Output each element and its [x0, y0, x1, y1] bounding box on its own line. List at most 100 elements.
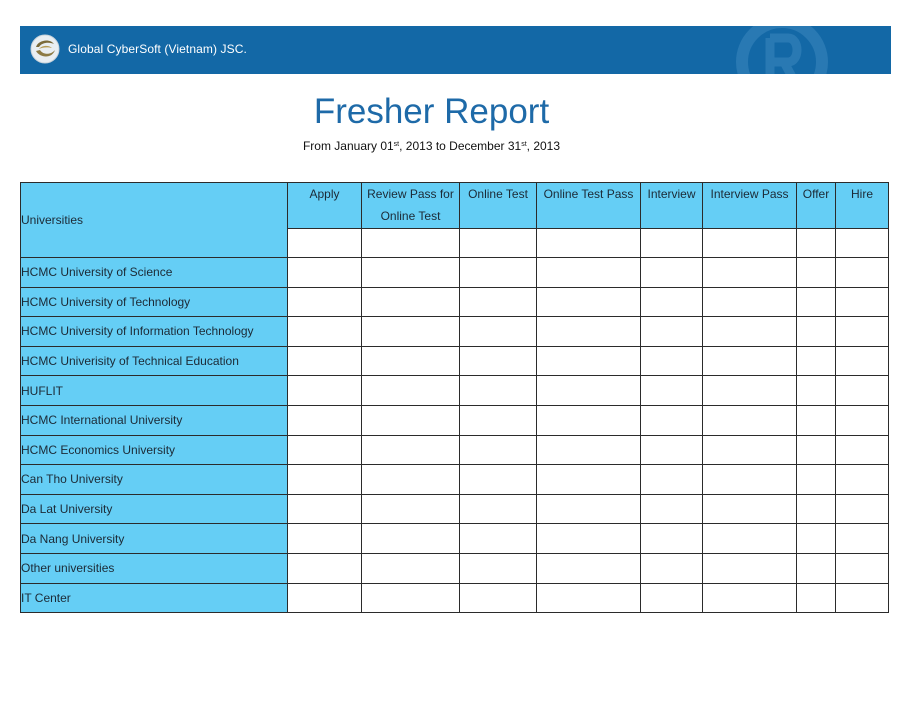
blank-cell [702, 228, 797, 258]
universities-column-header: Universities [20, 182, 288, 258]
data-cell [536, 316, 641, 347]
column-header-hire: Hire [835, 182, 889, 229]
data-cell [536, 582, 641, 614]
data-cell [640, 375, 703, 406]
table-row: HCMC Economics University [20, 434, 889, 466]
table-row: Can Tho University [20, 464, 889, 495]
header-bar: Global CyberSoft (Vietnam) JSC. [20, 26, 891, 74]
data-cell [640, 552, 703, 584]
university-name: HUFLIT [20, 375, 288, 406]
university-name: IT Center [20, 582, 288, 614]
data-cell [536, 464, 641, 495]
table-row: IT Center [20, 582, 889, 614]
data-cell [361, 523, 460, 554]
date-range-prefix: From January 01 [302, 139, 394, 153]
data-cell [796, 345, 836, 377]
data-cell [702, 523, 797, 554]
column-header-offer: Offer [796, 182, 836, 229]
table-row: HCMC Univerisity of Technical Education [20, 345, 889, 377]
data-cell [287, 316, 362, 347]
data-cell [835, 493, 889, 525]
data-cell [835, 582, 889, 614]
university-name: HCMC University of Science [20, 257, 288, 288]
data-cell [702, 286, 797, 318]
data-cell [702, 434, 797, 466]
data-cell [459, 404, 537, 436]
data-cell [459, 345, 537, 377]
report-date-range: From January 01st, 2013 to December 31st… [0, 139, 863, 153]
table-body: HCMC University of Science HCMC Universit… [20, 257, 889, 614]
page-title: Fresher Report [313, 92, 550, 131]
data-cell [835, 345, 889, 377]
data-cell [536, 257, 641, 288]
data-cell [835, 286, 889, 318]
table-row: HCMC University of Science [20, 257, 889, 288]
date-range-suffix: , 2013 [526, 139, 561, 153]
university-name: HCMC Univerisity of Technical Education [20, 345, 288, 377]
data-cell [835, 257, 889, 288]
data-cell [835, 316, 889, 347]
data-cell [287, 404, 362, 436]
data-cell [640, 523, 703, 554]
data-cell [536, 404, 641, 436]
table-row: HUFLIT [20, 375, 889, 406]
blank-cell [796, 228, 836, 258]
data-cell [287, 493, 362, 525]
r-watermark-icon [736, 26, 828, 74]
data-cell [459, 464, 537, 495]
data-cell [287, 582, 362, 614]
data-cell [361, 434, 460, 466]
column-header-interview-pass: Interview Pass [702, 182, 797, 229]
data-cell [796, 464, 836, 495]
data-cell [361, 257, 460, 288]
data-cell [835, 552, 889, 584]
company-name: Global CyberSoft (Vietnam) JSC. [68, 42, 247, 56]
table-row: Other universities [20, 552, 889, 584]
data-cell [702, 375, 797, 406]
data-cell [459, 493, 537, 525]
gcs-swirl-logo-icon [30, 34, 60, 64]
data-cell [361, 552, 460, 584]
university-name: Da Lat University [20, 493, 288, 525]
table-row: Da Nang University [20, 523, 889, 554]
data-cell [640, 316, 703, 347]
table-row: HCMC International University [20, 404, 889, 436]
data-cell [287, 375, 362, 406]
data-cell [361, 316, 460, 347]
data-cell [796, 523, 836, 554]
data-cell [536, 375, 641, 406]
data-cell [796, 552, 836, 584]
data-cell [361, 375, 460, 406]
data-cell [287, 434, 362, 466]
data-cell [702, 552, 797, 584]
data-cell [459, 552, 537, 584]
column-header-review-pass: Review Pass for Online Test [361, 182, 460, 229]
data-cell [796, 257, 836, 288]
data-cell [796, 286, 836, 318]
university-name: Other universities [20, 552, 288, 584]
data-cell [640, 286, 703, 318]
data-cell [796, 434, 836, 466]
university-name: HCMC International University [20, 404, 288, 436]
data-cell [361, 404, 460, 436]
data-cell [640, 493, 703, 525]
data-cell [536, 552, 641, 584]
data-cell [702, 257, 797, 288]
data-cell [536, 286, 641, 318]
data-cell [361, 582, 460, 614]
data-cell [702, 464, 797, 495]
data-cell [361, 345, 460, 377]
data-cell [835, 404, 889, 436]
data-cell [459, 375, 537, 406]
data-cell [287, 552, 362, 584]
data-cell [796, 404, 836, 436]
blank-cell [361, 228, 460, 258]
data-cell [361, 464, 460, 495]
table-row: Da Lat University [20, 493, 889, 525]
date-range-middle: , 2013 to December 31 [399, 139, 522, 153]
table-header-row: Universities Apply Review Pass for Onlin… [20, 182, 889, 258]
blank-cell [459, 228, 537, 258]
column-header-interview: Interview [640, 182, 703, 229]
column-header-online-test: Online Test [459, 182, 537, 229]
data-cell [796, 582, 836, 614]
